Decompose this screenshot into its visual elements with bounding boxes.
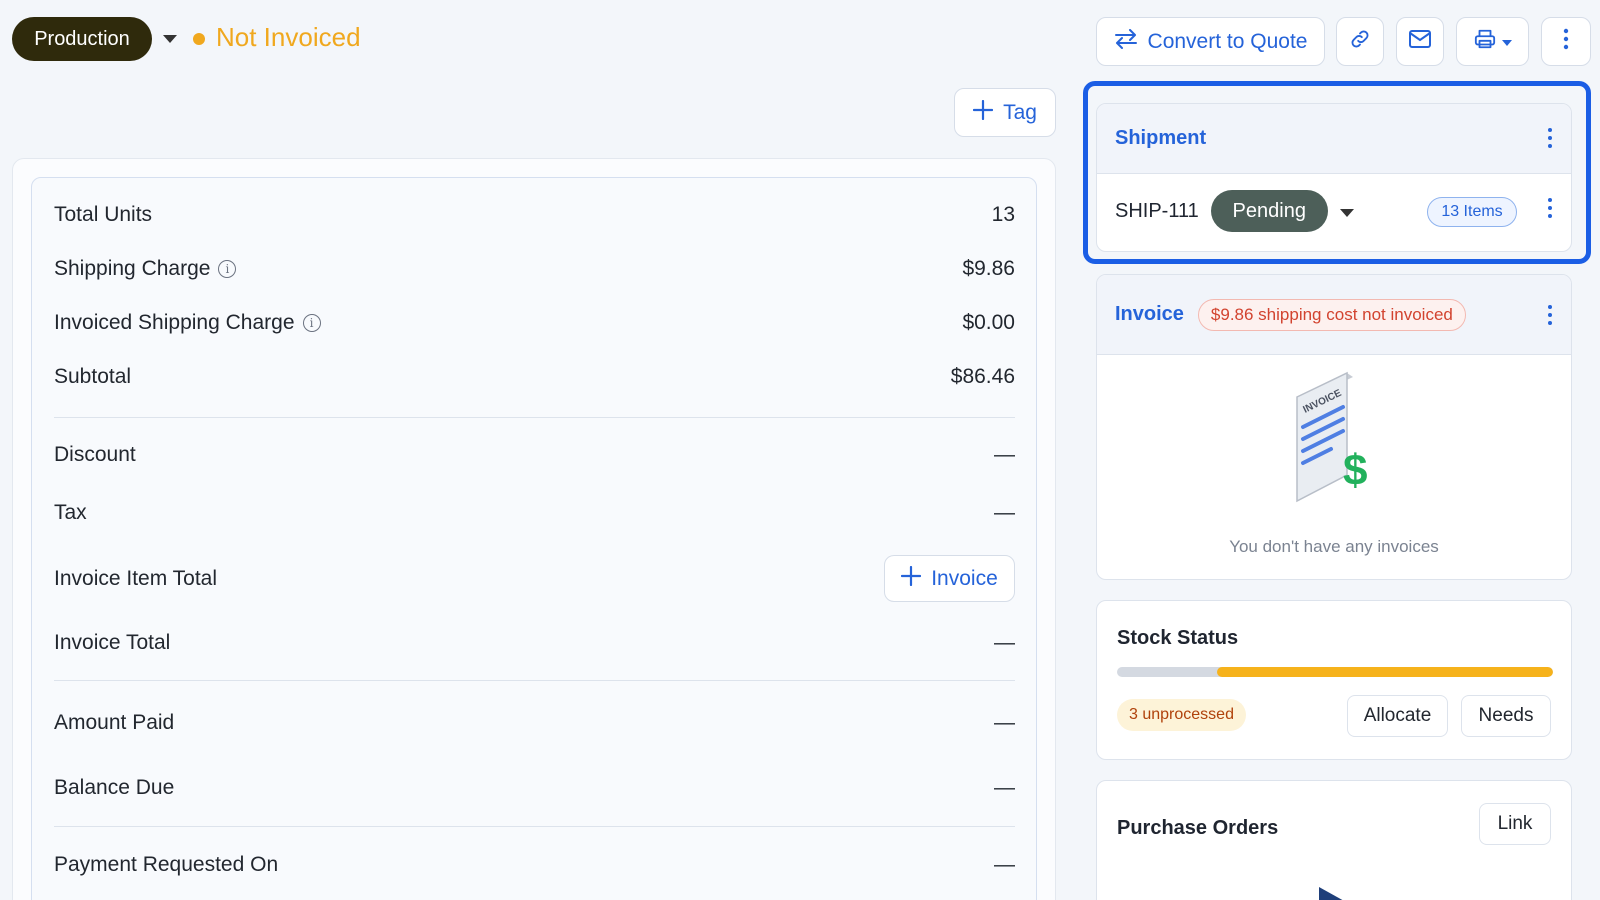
kebab-menu-icon[interactable] bbox=[1547, 305, 1553, 325]
invoice-item-total-label: Invoice Item Total bbox=[54, 567, 218, 590]
plus-icon bbox=[972, 99, 994, 126]
balance-due-row: Balance Due — bbox=[54, 776, 1015, 800]
discount-value: — bbox=[994, 443, 1015, 466]
svg-text:$: $ bbox=[1343, 446, 1367, 495]
stock-status-card: Stock Status 3 unprocessed Allocate Need… bbox=[1096, 600, 1572, 760]
tax-value: — bbox=[994, 501, 1015, 524]
link-icon bbox=[1349, 28, 1371, 55]
stock-progress-fill bbox=[1217, 667, 1553, 677]
tax-label: Tax bbox=[54, 501, 87, 524]
mail-icon bbox=[1409, 30, 1431, 53]
balance-due-value: — bbox=[994, 776, 1015, 799]
invoice-button-label: Invoice bbox=[931, 566, 998, 590]
convert-to-quote-label: Convert to Quote bbox=[1147, 29, 1308, 53]
needs-button[interactable]: Needs bbox=[1461, 695, 1551, 737]
invoice-total-label: Invoice Total bbox=[54, 631, 171, 654]
shipping-charge-row: Shipping Charge i $9.86 bbox=[54, 257, 1015, 281]
invoiced-shipping-charge-row: Invoiced Shipping Charge i $0.00 bbox=[54, 311, 1015, 335]
add-tag-button[interactable]: Tag bbox=[954, 88, 1056, 137]
invoice-status-label: Not Invoiced bbox=[216, 22, 361, 52]
chevron-down-icon[interactable] bbox=[160, 30, 180, 48]
shipping-charge-value: $9.86 bbox=[962, 257, 1015, 280]
printer-icon bbox=[1474, 28, 1496, 55]
play-arrow-icon bbox=[1319, 887, 1359, 900]
purchase-orders-title: Purchase Orders bbox=[1117, 817, 1279, 839]
invoiced-shipping-charge-value: $0.00 bbox=[962, 311, 1015, 334]
payment-requested-label: Payment Requested On bbox=[54, 853, 279, 876]
swap-arrows-icon bbox=[1114, 28, 1138, 55]
subtotal-value: $86.46 bbox=[950, 365, 1015, 388]
amount-paid-label: Amount Paid bbox=[54, 711, 175, 734]
uninvoiced-shipping-warning: $9.86 shipping cost not invoiced bbox=[1197, 298, 1466, 331]
unprocessed-badge: 3 unprocessed bbox=[1117, 699, 1246, 731]
email-button[interactable] bbox=[1396, 17, 1444, 66]
invoice-total-row: Invoice Total — bbox=[54, 631, 1015, 655]
divider bbox=[54, 680, 1015, 681]
chevron-down-icon bbox=[1501, 33, 1512, 51]
stage-dropdown[interactable]: Production bbox=[12, 17, 152, 61]
payment-requested-value: — bbox=[994, 853, 1015, 876]
info-icon[interactable]: i bbox=[218, 260, 237, 278]
payment-requested-row: Payment Requested On — bbox=[54, 853, 1015, 877]
invoice-card: Invoice $9.86 shipping cost not invoiced… bbox=[1096, 274, 1572, 580]
status-dot-icon bbox=[193, 33, 205, 45]
discount-row: Discount — bbox=[54, 443, 1015, 467]
tax-row: Tax — bbox=[54, 501, 1015, 525]
convert-to-quote-button[interactable]: Convert to Quote bbox=[1096, 17, 1325, 66]
add-invoice-button[interactable]: Invoice bbox=[884, 555, 1015, 602]
total-units-label: Total Units bbox=[54, 203, 153, 226]
focus-highlight bbox=[1083, 81, 1591, 264]
invoice-title: Invoice bbox=[1115, 303, 1184, 325]
invoice-total-value: — bbox=[994, 631, 1015, 654]
total-units-value: 13 bbox=[991, 203, 1015, 226]
empty-invoices-text: You don't have any invoices bbox=[1229, 537, 1439, 556]
link-purchase-order-button[interactable]: Link bbox=[1479, 803, 1551, 845]
discount-label: Discount bbox=[54, 443, 136, 466]
plus-icon bbox=[901, 565, 922, 592]
invoice-item-total-row: Invoice Item Total bbox=[54, 567, 1015, 591]
invoiced-shipping-charge-label: Invoiced Shipping Charge bbox=[54, 311, 295, 334]
total-units-row: Total Units 13 bbox=[54, 203, 1015, 227]
shipping-charge-label: Shipping Charge bbox=[54, 257, 211, 280]
amount-paid-value: — bbox=[994, 711, 1015, 734]
stock-progress-bar bbox=[1117, 667, 1553, 677]
allocate-button[interactable]: Allocate bbox=[1347, 695, 1448, 737]
subtotal-label: Subtotal bbox=[54, 365, 132, 388]
more-options-button[interactable] bbox=[1541, 17, 1591, 66]
amount-paid-row: Amount Paid — bbox=[54, 711, 1015, 735]
invoice-card-header: Invoice $9.86 shipping cost not invoiced bbox=[1097, 275, 1571, 355]
info-icon[interactable]: i bbox=[302, 314, 321, 332]
copy-link-button[interactable] bbox=[1336, 17, 1384, 66]
stage-label: Production bbox=[34, 27, 130, 50]
balance-due-label: Balance Due bbox=[54, 776, 175, 799]
invoice-illustration: INVOICE $ bbox=[1291, 367, 1381, 512]
purchase-orders-card: Purchase Orders Link bbox=[1096, 780, 1572, 900]
kebab-menu-icon bbox=[1563, 28, 1569, 55]
stock-status-title: Stock Status bbox=[1117, 627, 1239, 649]
divider bbox=[54, 826, 1015, 827]
divider bbox=[54, 417, 1015, 418]
subtotal-row: Subtotal $86.46 bbox=[54, 365, 1015, 389]
tag-label: Tag bbox=[1003, 100, 1037, 124]
print-button[interactable] bbox=[1456, 17, 1529, 66]
